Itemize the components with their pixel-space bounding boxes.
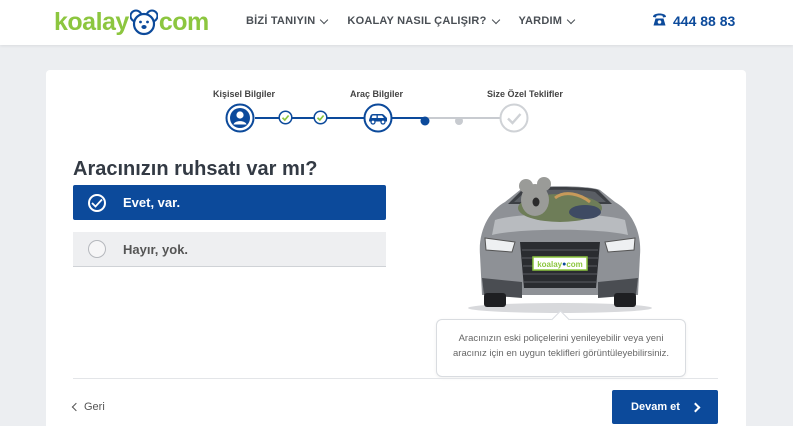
tooltip-line-2: aracınız için en uygun teklifleri görünt… [453,348,669,359]
chevron-down-icon [491,15,500,24]
car-with-koala-illustration: koalay ● com [460,160,660,320]
nav-label: YARDIM [518,15,563,27]
back-label: Geri [84,401,105,413]
logo-text-left: koalay [54,7,129,36]
nav-label: KOALAY NASIL ÇALIŞIR? [347,15,487,27]
koalay-logo[interactable]: koalay com [54,6,209,38]
plate-text-right: com [566,259,583,269]
user-step-icon [225,103,255,138]
option-evet[interactable]: Evet, var. [73,185,386,220]
phone-icon [652,13,667,29]
chevron-left-icon [71,402,81,412]
check-completed-icon [278,110,293,130]
step-label-kisisel: Kişisel Bilgiler [213,89,276,99]
step-label-teklifler: Size Özel Teklifler [487,89,563,99]
nav-item-bizi-taniyin[interactable]: BİZİ TANIYIN [246,15,329,27]
step-label-arac: Araç Bilgiler [350,89,404,99]
info-tooltip: Aracınızın eski poliçelerini yenileyebil… [436,319,686,377]
back-button[interactable]: Geri [71,401,105,413]
nav-item-koalay-nasil-calisir[interactable]: KOALAY NASIL ÇALIŞIR? [347,15,500,27]
plate-text-left: koalay [537,259,563,269]
check-completed-icon [313,110,328,130]
nav-label: BİZİ TANIYIN [246,15,316,27]
phone-number: 444 88 83 [673,13,736,29]
current-substep-dot [420,113,430,131]
continue-label: Devam et [631,401,680,413]
tooltip-line-1: Aracınızın eski poliçelerini yenileyebil… [458,333,664,344]
option-label: Hayır, yok. [123,241,189,257]
chevron-down-icon [320,15,329,24]
pending-substep-dot [454,113,464,131]
stepper-line-done [255,117,365,119]
option-hayir[interactable]: Hayır, yok. [73,232,386,267]
main-nav: BİZİ TANIYIN KOALAY NASIL ÇALIŞIR? YARDI… [246,15,576,27]
option-label: Evet, var. [123,195,181,210]
chevron-down-icon [566,15,576,24]
question-title: Aracınızın ruhsatı var mı? [73,158,318,180]
chevron-right-icon [690,402,701,412]
license-plate: koalay ● com [533,258,587,270]
checked-radio-icon [88,193,106,212]
koala-logo-icon [129,8,159,36]
nav-item-yardim[interactable]: YARDIM [518,15,576,27]
phone-contact[interactable]: 444 88 83 [652,13,735,29]
offers-step-check-icon [499,103,529,138]
footer-divider [73,378,718,379]
unchecked-radio-icon [88,240,106,258]
top-header: koalay com BİZİ TANIYIN KOALAY NASIL ÇAL… [0,0,793,45]
stepper-line-pending [426,117,502,119]
car-step-icon [363,103,393,138]
logo-text-right: com [158,7,209,36]
continue-button[interactable]: Devam et [612,390,718,424]
